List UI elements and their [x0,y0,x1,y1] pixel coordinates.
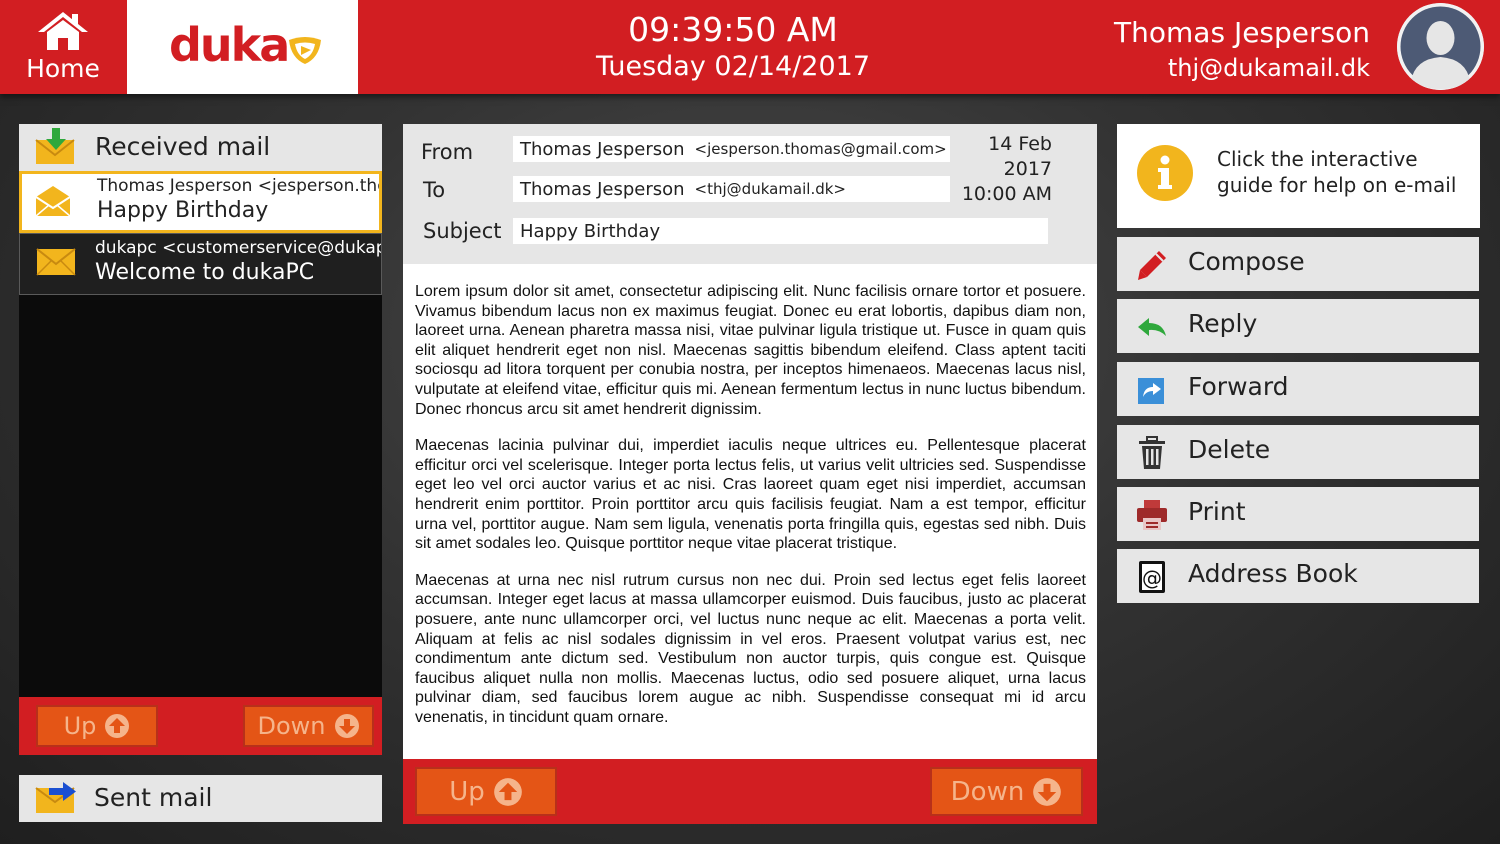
up-label: Up [449,776,485,807]
compose-label: Compose [1188,247,1305,276]
user-info: Thomas Jesperson thj@dukamail.dk [1114,14,1370,84]
message-date: 14 Feb 2017 10:00 AM [962,132,1052,207]
sent-mail-folder[interactable]: Sent mail [19,775,382,822]
to-address: <thj@dukamail.dk> [694,180,846,198]
message-down-button[interactable]: Down [930,767,1083,816]
message-date-day: 14 Feb [988,133,1052,155]
inbox-icon [35,128,75,164]
home-icon [38,12,88,50]
delete-button[interactable]: Delete [1117,425,1479,479]
avatar-icon [1397,3,1484,90]
forward-label: Forward [1188,372,1289,401]
user-name: Thomas Jesperson [1114,16,1370,49]
subject-value: Happy Birthday [520,220,661,242]
info-icon [1137,145,1193,201]
subject-label: Subject [423,219,502,243]
reply-button[interactable]: Reply [1117,299,1479,353]
printer-icon [1137,500,1167,530]
down-label: Down [950,776,1025,807]
print-label: Print [1188,497,1246,526]
current-date: Tuesday 02/14/2017 [595,51,871,82]
user-email: thj@dukamail.dk [1167,54,1370,82]
message-date-time: 10:00 AM [961,183,1052,205]
from-address: <jesperson.thomas@gmail.com> [694,140,947,158]
svg-text:@: @ [1142,566,1162,590]
mail-sender: dukapc <customerservice@dukapc.dk> [95,238,381,258]
to-label: To [423,178,446,202]
envelope-icon [35,186,71,217]
brand-wordmark: duka [169,18,290,72]
brand-logo: duka [127,0,358,94]
address-book-icon: @ [1139,561,1165,593]
avatar[interactable] [1397,3,1484,90]
up-arrow-icon [105,714,130,738]
list-item[interactable]: dukapc <customerservice@dukapc.dk> Welco… [19,233,382,295]
mail-list-down-button[interactable]: Down [243,705,374,747]
message-header: From To Subject Thomas Jesperson <jesper… [403,124,1097,264]
print-button[interactable]: Print [1117,487,1479,541]
body-paragraph: Maecenas at urna nec nisl rutrum cursus … [415,571,1086,726]
current-time: 09:39:50 AM [628,10,838,49]
from-name: Thomas Jesperson [520,138,685,160]
up-arrow-icon [493,777,522,806]
mail-list-up-button[interactable]: Up [36,705,158,747]
to-field: Thomas Jesperson <thj@dukamail.dk> [513,176,950,202]
subject-field: Happy Birthday [513,218,1048,244]
received-mail-folder[interactable]: Received mail [19,124,382,171]
down-arrow-icon [334,714,359,738]
mail-list-scroll-bar: Up Down [19,697,382,755]
from-field: Thomas Jesperson <jesperson.thomas@gmail… [513,136,950,162]
help-text-line2: guide for help on e-mail [1217,173,1457,197]
body-paragraph: Maecenas lacinia pulvinar dui, imperdiet… [415,437,1086,553]
address-book-button[interactable]: @ Address Book [1117,549,1479,603]
clock: 09:39:50 AM Tuesday 02/14/2017 [583,10,883,84]
mail-subject: Happy Birthday [97,198,269,223]
message-body[interactable]: Lorem ipsum dolor sit amet, consectetur … [403,264,1097,759]
down-arrow-icon [1033,777,1062,806]
body-paragraph: Lorem ipsum dolor sit amet, consectetur … [415,283,1086,418]
message-date-year: 2017 [1003,158,1052,180]
mail-sender: Thomas Jesperson <jesperson.thomas@gmail… [97,176,382,196]
help-text: Click the interactive guide for help on … [1217,146,1456,198]
home-label: Home [26,54,100,83]
forward-icon [1138,378,1164,404]
reply-icon [1138,318,1166,336]
help-text-line1: Click the interactive [1217,147,1418,171]
sent-icon [35,782,76,813]
from-label: From [421,140,474,164]
mail-subject: Welcome to dukaPC [95,260,315,285]
top-bar: Home duka 09:39:50 AM Tuesday 02/14/2017… [0,0,1500,94]
envelope-icon [36,248,76,276]
logo-play-icon [289,37,321,64]
delete-label: Delete [1188,435,1271,464]
reply-label: Reply [1188,309,1258,338]
down-label: Down [257,712,326,740]
pencil-icon [1138,251,1166,280]
received-mail-label: Received mail [95,132,271,161]
home-button[interactable]: Home [0,0,126,94]
to-name: Thomas Jesperson [520,178,685,200]
trash-icon [1139,436,1165,469]
address-book-label: Address Book [1188,559,1358,588]
message-up-button[interactable]: Up [415,767,557,816]
list-item[interactable]: Thomas Jesperson <jesperson.thomas@gmail… [19,171,382,233]
sent-mail-label: Sent mail [94,783,213,812]
compose-button[interactable]: Compose [1117,237,1479,291]
forward-button[interactable]: Forward [1117,362,1479,416]
mail-list: Thomas Jesperson <jesperson.thomas@gmail… [19,171,382,697]
up-label: Up [63,712,97,740]
message-scroll-bar: Up Down [403,759,1097,824]
help-guide-button[interactable]: Click the interactive guide for help on … [1117,124,1480,228]
